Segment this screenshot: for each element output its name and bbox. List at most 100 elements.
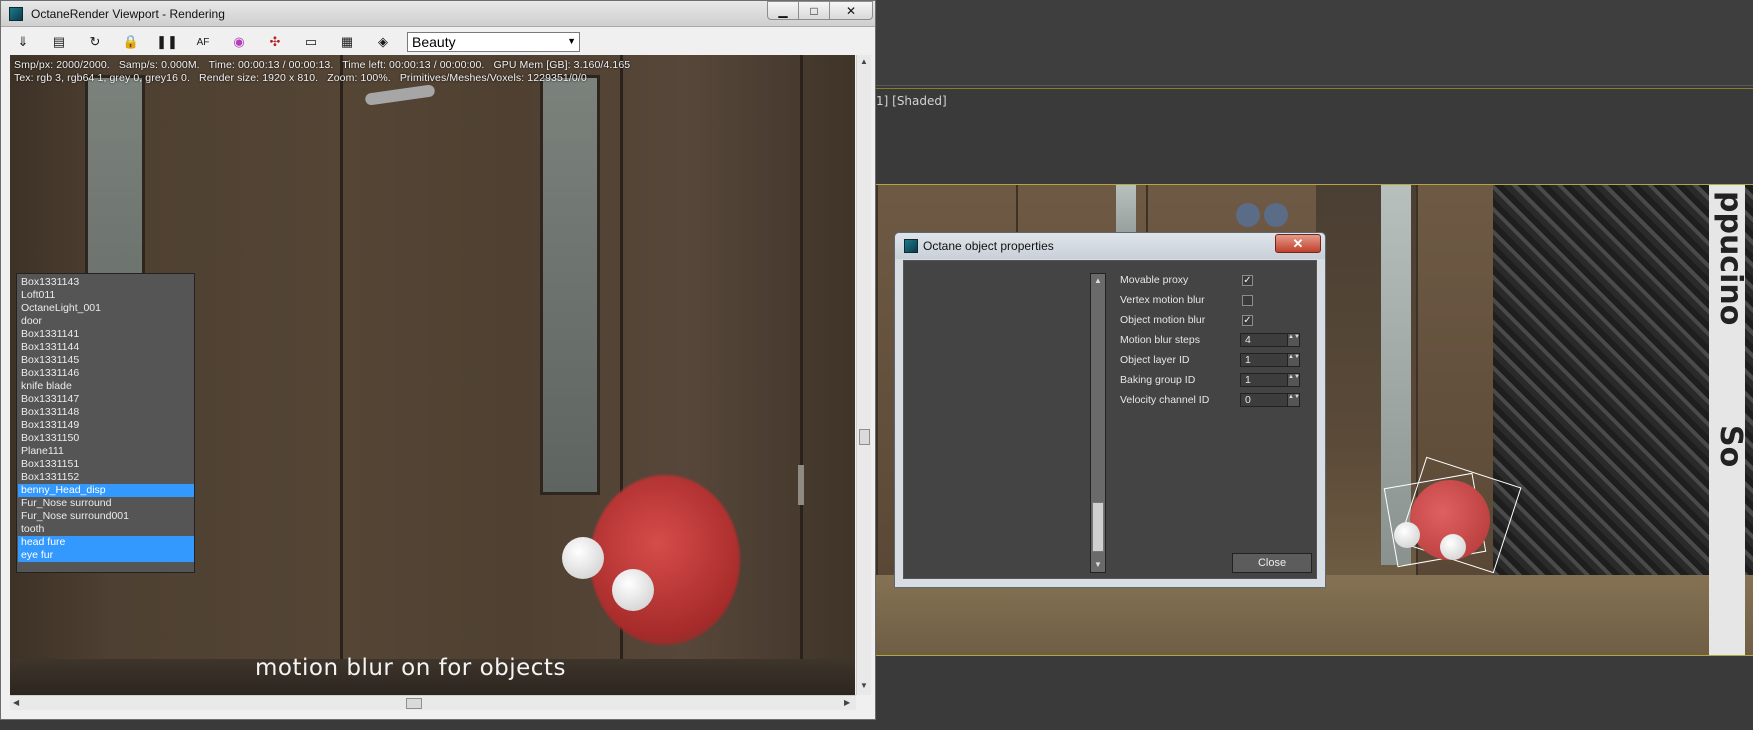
color-wheel-icon[interactable]: ◉ [229,32,249,52]
object-list-item[interactable]: Fur_Nose surround001 [18,510,194,523]
dialog-title: Octane object properties [923,239,1054,253]
object-list-item[interactable]: benny_Head_disp [18,484,194,497]
spinner-value: 1 [1245,354,1251,366]
object-list-item[interactable]: tooth [18,523,194,536]
object-list-item[interactable]: eye fur [18,549,194,562]
baking-group-id-spinner[interactable]: 1 ▲▼ [1240,373,1300,387]
film-settings-icon[interactable]: ▦ [337,32,357,52]
copy-clipboard-icon[interactable]: ▤ [49,32,69,52]
object-properties-dialog: Octane object properties ✕ [894,232,1326,588]
door-seam [800,55,803,695]
object-list-item[interactable]: Loft011 [18,289,194,302]
velocity-channel-id-spinner[interactable]: 0 ▲▼ [1240,393,1300,407]
door-window [540,75,600,495]
scroll-right-icon[interactable]: ▶ [844,698,850,707]
restart-render-icon[interactable]: ↻ [85,32,105,52]
object-list-item[interactable]: OctaneLight_001 [18,302,194,315]
render-pass-select[interactable]: Beauty ▼ [407,32,580,52]
viewport-header-area [876,88,1753,184]
save-render-icon[interactable]: ⇓ [13,32,33,52]
spinner-arrows-icon[interactable]: ▲▼ [1287,374,1300,386]
object-list[interactable]: Box1331143 Loft011 OctaneLight_001 door Box1… [16,273,195,573]
region-icon[interactable]: ✣ [265,32,285,52]
object-list-item[interactable]: Box1331146 [18,367,194,380]
creature-eye [1394,522,1420,548]
lock-icon[interactable]: 🔒 [121,32,141,52]
horizontal-scrollbar[interactable]: ◀ ▶ [10,695,856,710]
motion-blur-steps-label: Motion blur steps [1120,334,1200,346]
object-list-item[interactable]: head fure [18,536,194,549]
object-list-item[interactable]: door [18,315,194,328]
vertex-motion-blur-checkbox[interactable] [1242,295,1253,306]
viewport-sign: ppucino So [1709,185,1748,655]
object-list-item[interactable]: Box1331145 [18,354,194,367]
spinner-value: 1 [1245,374,1251,386]
viewport-label[interactable]: 1] [Shaded] [876,94,947,108]
video-caption: motion blur on for objects [255,655,566,681]
scroll-down-icon[interactable]: ▼ [860,681,868,690]
chevron-down-icon: ▼ [567,36,576,46]
spinner-value: 4 [1245,334,1251,346]
object-list-item[interactable]: Box1331144 [18,341,194,354]
object-list-item[interactable]: Fur_Nose surround [18,497,194,510]
scroll-thumb[interactable] [859,429,870,445]
selected-object-gizmo[interactable] [1380,456,1522,580]
object-list-item[interactable]: Plane111 [18,445,194,458]
dialog-body [903,260,1317,579]
door-seam [340,55,343,695]
creature-eye [562,537,604,579]
baking-group-id-label: Baking group ID [1120,374,1196,386]
object-list-item[interactable]: Box1331148 [18,406,194,419]
octane-app-icon [9,7,23,21]
object-layer-id-spinner[interactable]: 1 ▲▼ [1240,353,1300,367]
vertex-motion-blur-label: Vertex motion blur [1120,294,1205,306]
object-layer-id-label: Object layer ID [1120,354,1190,366]
vertical-scrollbar[interactable]: ▲ ▼ [856,55,871,695]
object-list-item[interactable]: Box1331151 [18,458,194,471]
render-pass-value: Beauty [412,34,456,50]
render-stats-line1: Smp/px: 2000/2000. Samp/s: 0.000M. Time:… [14,59,631,71]
object-list-scrollbar[interactable]: ▲ ▼ [1090,273,1106,573]
viewport-icon[interactable]: ▭ [301,32,321,52]
movable-proxy-checkbox[interactable]: ✓ [1242,275,1253,286]
spinner-arrows-icon[interactable]: ▲▼ [1287,334,1300,346]
motion-blur-steps-spinner[interactable]: 4 ▲▼ [1240,333,1300,347]
afr-icon[interactable]: AF [193,32,213,52]
minimize-button[interactable]: ▁ [767,1,799,20]
object-list-item[interactable]: knife blade [18,380,194,393]
window-titlebar[interactable]: OctaneRender Viewport - Rendering ▁ □ ✕ [1,1,875,27]
object-list-item[interactable]: Box1331149 [18,419,194,432]
movable-proxy-label: Movable proxy [1120,274,1189,286]
scroll-up-icon[interactable]: ▲ [860,57,868,66]
sign-text: So [1713,425,1748,468]
viewport-decoration [1264,203,1288,227]
creature-eye [612,569,654,611]
object-motion-blur-label: Object motion blur [1120,314,1206,326]
spinner-arrows-icon[interactable]: ▲▼ [1287,354,1300,366]
pause-icon[interactable]: ❚❚ [156,32,178,52]
object-list-item[interactable]: Box1331152 [18,471,194,484]
object-list-item[interactable]: Box1331147 [18,393,194,406]
scroll-thumb[interactable] [1092,502,1104,552]
dialog-close-icon[interactable]: ✕ [1275,234,1321,253]
dialog-titlebar[interactable]: Octane object properties ✕ [895,233,1325,259]
spinner-arrows-icon[interactable]: ▲▼ [1287,394,1300,406]
scroll-up-icon[interactable]: ▲ [1094,276,1102,285]
close-button[interactable]: Close [1232,553,1312,573]
object-list-item[interactable]: Box1331143 [18,276,194,289]
sign-text: ppucino [1713,191,1748,326]
close-button[interactable]: ✕ [829,1,873,20]
scroll-thumb[interactable] [406,698,422,709]
max-top-panel [876,0,1753,86]
maximize-button[interactable]: □ [798,1,830,20]
door-hinge [798,465,804,505]
object-list-item[interactable]: Box1331150 [18,432,194,445]
scroll-down-icon[interactable]: ▼ [1094,560,1102,569]
object-motion-blur-checkbox[interactable]: ✓ [1242,315,1253,326]
object-list-item[interactable]: Box1331141 [18,328,194,341]
red-creature [590,475,740,645]
render-stats-line2: Tex: rgb 3, rgb64 1, grey 0, grey16 0. R… [14,72,587,84]
scroll-left-icon[interactable]: ◀ [13,698,19,707]
render-toolbar: ⇓ ▤ ↻ 🔒 ❚❚ AF ◉ ✣ ▭ ▦ ◈ Beauty ▼ [9,29,869,55]
camera-icon[interactable]: ◈ [373,32,393,52]
